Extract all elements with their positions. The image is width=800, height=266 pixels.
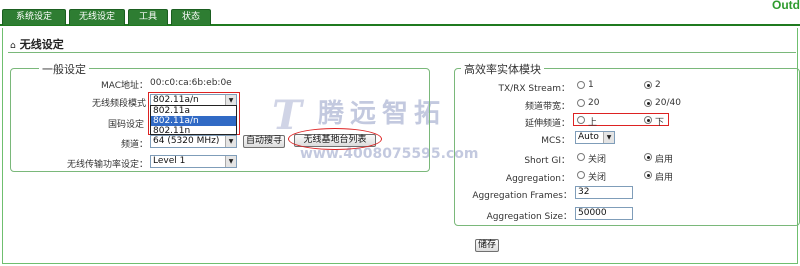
mac-address-label: MAC地址： (100, 81, 148, 91)
home-icon: ⌂ (10, 41, 16, 51)
auto-search-button[interactable]: 自动搜寻 (243, 135, 285, 148)
tx-power-select[interactable]: Level 1 ▼ (150, 155, 237, 168)
ht-phy-legend: 高效率实体模块 (461, 61, 544, 77)
aggregation-label: Aggregation： (505, 174, 570, 184)
agg-size-input[interactable]: 50000 (575, 207, 633, 220)
tab-wireless-settings[interactable]: 无线设定 (69, 9, 125, 25)
ext-channel-label: 延伸频道： (524, 119, 570, 129)
chevron-down-icon: ▼ (225, 156, 236, 167)
stream-option-2: 2 (655, 80, 661, 90)
ext-channel-option-upper: 上 (588, 118, 598, 128)
bandwidth-label: 频道带宽： (524, 102, 570, 112)
channel-value: 64 (5320 MHz) (153, 136, 220, 146)
page-title: ⌂ 无线设定 (10, 36, 64, 52)
bandwidth-radio-20[interactable] (577, 99, 585, 107)
general-settings-legend: 一般设定 (39, 61, 89, 77)
mcs-select[interactable]: Auto ▼ (575, 131, 615, 144)
tab-tools[interactable]: 工具 (128, 9, 168, 25)
bandwidth-radio-2040[interactable] (644, 99, 652, 107)
mcs-value: Auto (578, 132, 599, 142)
aggregation-option-off: 关闭 (588, 173, 607, 183)
short-gi-option-on: 启用 (655, 155, 674, 165)
band-option-an[interactable]: 802.11a/n (151, 116, 236, 126)
short-gi-option-off: 关闭 (588, 155, 607, 165)
bandwidth-option-2040: 20/40 (655, 98, 681, 108)
agg-frames-input[interactable]: 32 (575, 186, 633, 199)
mcs-label: MCS： (541, 136, 570, 146)
tx-power-label: 无线传输功率设定： (66, 160, 148, 170)
short-gi-label: Short GI： (524, 156, 570, 166)
ext-channel-radio-upper[interactable] (577, 116, 585, 124)
bandwidth-option-20: 20 (588, 98, 600, 108)
brand-text: Outd (772, 0, 800, 12)
title-divider (8, 52, 796, 53)
short-gi-radio-on[interactable] (644, 153, 652, 161)
band-mode-label: 无线频段模式 (91, 99, 146, 109)
band-option-a[interactable]: 802.11a (151, 106, 236, 116)
save-button[interactable]: 储存 (475, 239, 499, 252)
tab-bar: 系统设定 无线设定 工具 状态 Outd (0, 0, 800, 26)
band-mode-dropdown-list: 802.11a 802.11a/n 802.11n (150, 105, 237, 136)
tab-status[interactable]: 状态 (171, 9, 211, 25)
aggregation-radio-off[interactable] (577, 171, 585, 179)
ext-channel-radio-lower[interactable] (644, 116, 652, 124)
channel-label: 频道： (120, 140, 148, 150)
agg-size-label: Aggregation Size： (486, 212, 572, 222)
chevron-down-icon: ▼ (603, 132, 614, 143)
channel-select[interactable]: 64 (5320 MHz) ▼ (150, 135, 237, 148)
short-gi-radio-off[interactable] (577, 153, 585, 161)
aggregation-radio-on[interactable] (644, 171, 652, 179)
ext-channel-option-lower: 下 (655, 118, 665, 128)
stream-label: TX/RX Stream： (498, 84, 570, 94)
tx-power-value: Level 1 (153, 156, 186, 166)
stream-radio-1[interactable] (577, 81, 585, 89)
mac-address-value: 00:c0:ca:6b:eb:0e (150, 78, 232, 88)
stream-option-1: 1 (588, 80, 594, 90)
tab-system-settings[interactable]: 系统设定 (2, 9, 66, 25)
aggregation-option-on: 启用 (655, 173, 674, 183)
page-title-text: 无线设定 (19, 38, 64, 51)
country-code-label: 国码设定 (107, 120, 144, 130)
chevron-down-icon: ▼ (225, 136, 236, 147)
site-survey-highlight-ellipse (288, 128, 382, 150)
stream-radio-2[interactable] (644, 81, 652, 89)
agg-frames-label: Aggregation Frames： (472, 191, 572, 201)
